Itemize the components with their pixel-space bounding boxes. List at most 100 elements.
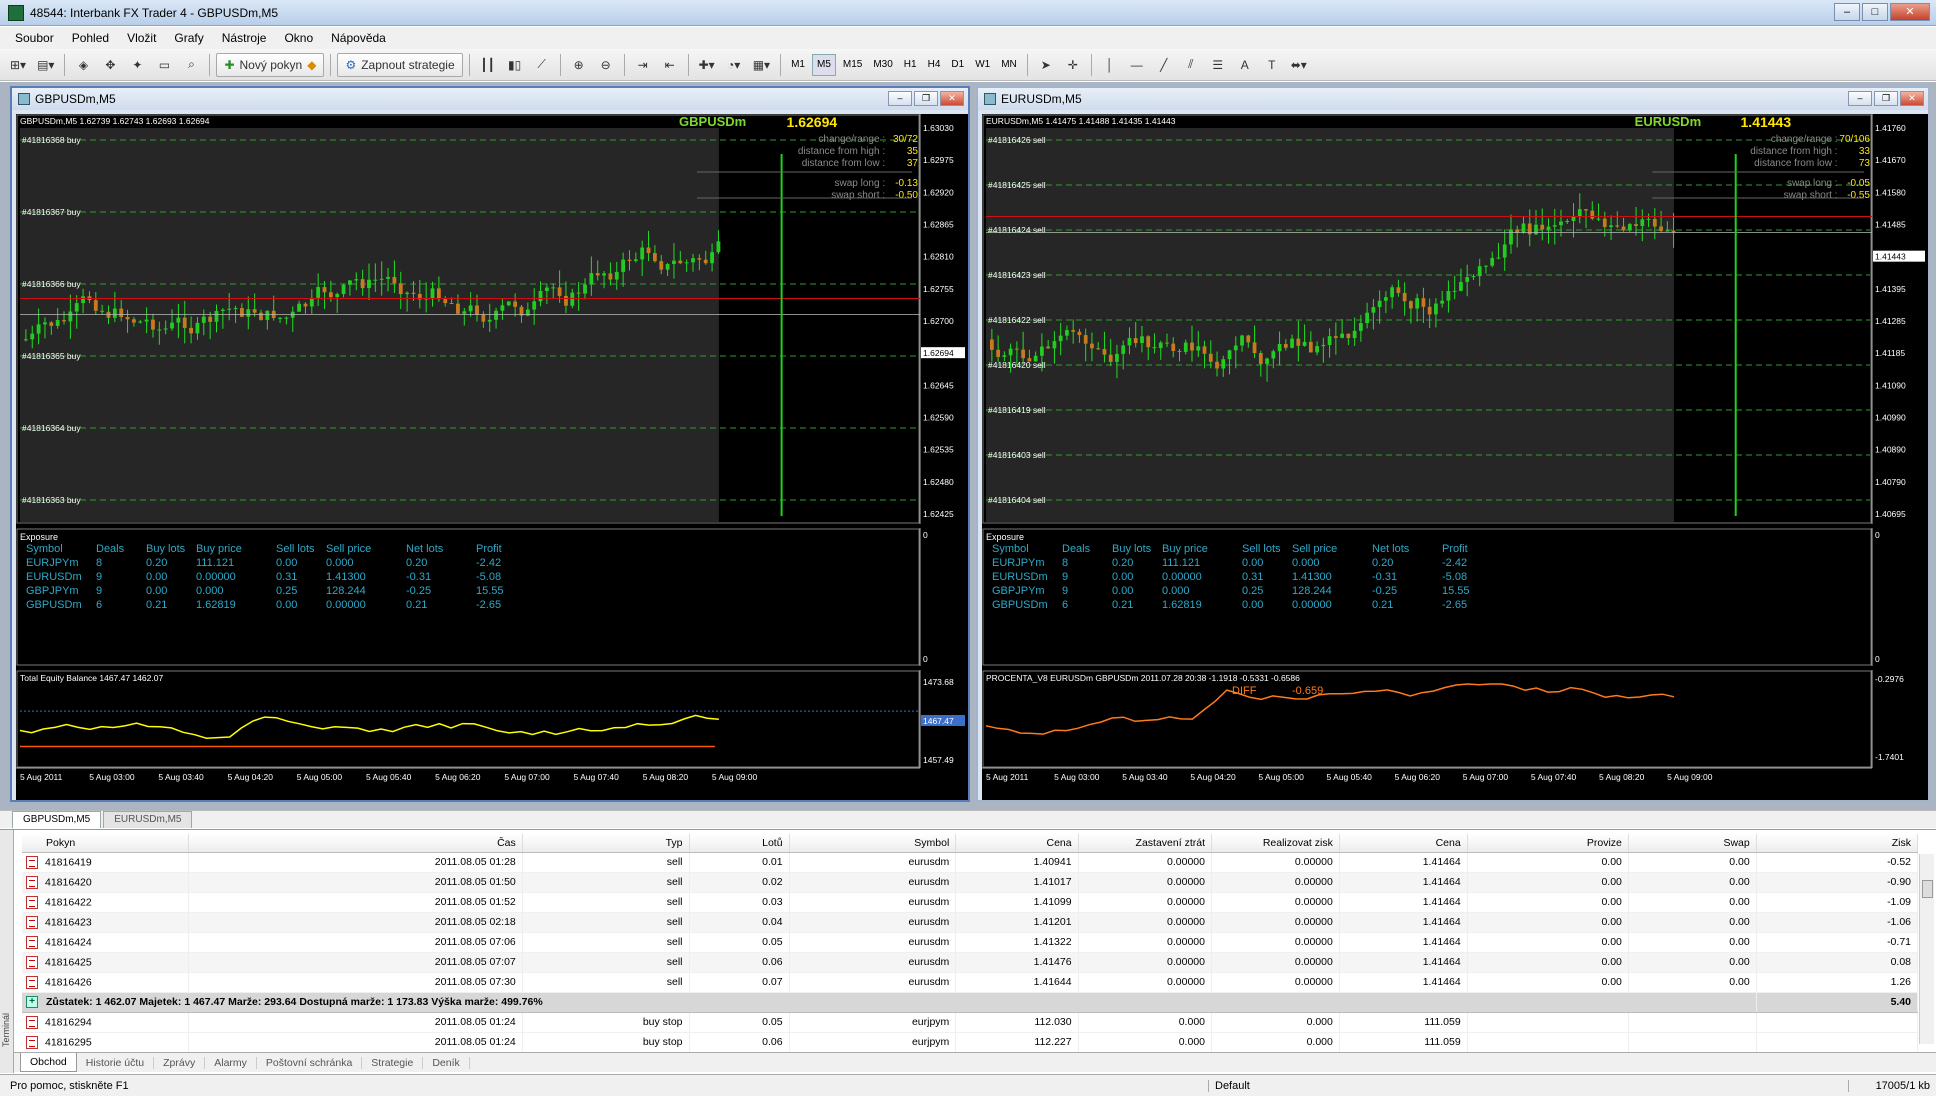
indicators-icon[interactable]: ✚▾ bbox=[695, 53, 719, 77]
chart-window-eurusd[interactable]: EURUSDm,M5 – ❐ ✕ #41816426 sell #41816425 s… bbox=[976, 86, 1930, 802]
col-header[interactable]: Lotů bbox=[689, 834, 790, 853]
candle-body bbox=[716, 241, 721, 253]
channel-icon[interactable]: ⫽ bbox=[1179, 53, 1203, 77]
tab-history[interactable]: Historie účtu bbox=[77, 1056, 155, 1069]
new-chart-icon[interactable]: ⊞▾ bbox=[6, 53, 30, 77]
candle-body bbox=[100, 310, 105, 312]
tab-trade[interactable]: Obchod bbox=[20, 1053, 77, 1072]
col-header[interactable]: Zisk bbox=[1756, 834, 1919, 853]
col-header[interactable]: Realizovat zisk bbox=[1211, 834, 1340, 853]
line-chart-icon[interactable]: ⟋ bbox=[530, 53, 554, 77]
tf-m5[interactable]: M5 bbox=[811, 53, 836, 76]
orders-scrollbar[interactable] bbox=[1919, 854, 1934, 1044]
close-button[interactable]: ✕ bbox=[1890, 3, 1930, 21]
exposure-cell: 0.21 bbox=[1112, 599, 1133, 611]
bar-chart-icon[interactable]: ┃┃ bbox=[476, 53, 500, 77]
candle-body bbox=[456, 303, 460, 314]
table-row[interactable]: 41816419 2011.08.05 01:28 sell 0.01 eurusdm 1… bbox=[22, 852, 1919, 873]
crosshair-icon[interactable]: ✛ bbox=[1061, 53, 1085, 77]
arrows-icon[interactable]: ⬌▾ bbox=[1287, 53, 1311, 77]
terminal-icon[interactable]: ▭ bbox=[152, 53, 176, 77]
navigator-icon[interactable]: ✥ bbox=[98, 53, 122, 77]
label-icon[interactable]: T bbox=[1260, 53, 1284, 77]
menu-file[interactable]: Soubor bbox=[6, 31, 63, 45]
tf-h4[interactable]: H4 bbox=[924, 54, 945, 76]
col-header[interactable]: Zastavení ztrát bbox=[1078, 834, 1213, 853]
table-row[interactable]: 41816295 2011.08.05 01:24 buy stop 0.06 eurj… bbox=[22, 1032, 1919, 1053]
tab-journal[interactable]: Deník bbox=[423, 1056, 470, 1069]
cursor-icon[interactable]: ➤ bbox=[1034, 53, 1058, 77]
vertical-line-icon[interactable]: │ bbox=[1098, 53, 1122, 77]
menu-help[interactable]: Nápověda bbox=[322, 31, 395, 45]
chart-minimize-button[interactable]: – bbox=[1848, 91, 1872, 106]
col-header[interactable]: Typ bbox=[522, 834, 690, 853]
tf-h1[interactable]: H1 bbox=[900, 54, 921, 76]
text-icon[interactable]: A bbox=[1233, 53, 1257, 77]
maximize-button[interactable]: □ bbox=[1862, 3, 1888, 21]
table-row[interactable]: 41816426 2011.08.05 07:30 sell 0.07 eurusdm 1… bbox=[22, 972, 1919, 993]
tab-mailbox[interactable]: Poštovní schránka bbox=[257, 1056, 363, 1069]
chart-restore-button[interactable]: ❐ bbox=[914, 91, 938, 106]
tester-icon[interactable]: ⌕ bbox=[179, 53, 203, 77]
candles-icon[interactable]: ▮▯ bbox=[503, 53, 527, 77]
tf-m30[interactable]: M30 bbox=[869, 54, 896, 76]
tf-d1[interactable]: D1 bbox=[947, 54, 968, 76]
zoom-out-icon[interactable]: ⊖ bbox=[594, 53, 618, 77]
chart-window-gbpusd[interactable]: GBPUSDm,M5 – ❐ ✕ #41816368 buy #41816367 bu… bbox=[10, 86, 970, 802]
col-header[interactable]: Čas bbox=[188, 834, 523, 853]
trendline-icon[interactable]: ╱ bbox=[1152, 53, 1176, 77]
chart-tab-eurusd[interactable]: EURUSDm,M5 bbox=[103, 811, 193, 828]
exposure-cell: 8 bbox=[1062, 557, 1068, 569]
menu-insert[interactable]: Vložit bbox=[118, 31, 165, 45]
tf-w1[interactable]: W1 bbox=[971, 54, 994, 76]
table-row[interactable]: 41816422 2011.08.05 01:52 sell 0.03 eurusdm 1… bbox=[22, 892, 1919, 913]
col-header[interactable]: Symbol bbox=[789, 834, 957, 853]
minimize-button[interactable]: – bbox=[1834, 3, 1860, 21]
candle-body bbox=[36, 324, 41, 334]
col-header[interactable]: Swap bbox=[1628, 834, 1757, 853]
col-header[interactable]: Provize bbox=[1467, 834, 1629, 853]
chart-restore-button[interactable]: ❐ bbox=[1874, 91, 1898, 106]
col-header[interactable]: Pokyn bbox=[22, 834, 190, 853]
table-row[interactable]: 41816294 2011.08.05 01:24 buy stop 0.05 eurj… bbox=[22, 1012, 1919, 1033]
tab-alerts[interactable]: Alarmy bbox=[205, 1056, 257, 1069]
price-chart[interactable]: #41816368 buy #41816367 buy #41816366 buy #… bbox=[16, 114, 968, 800]
autoscroll-icon[interactable]: ⇥ bbox=[631, 53, 655, 77]
cell: 41816424 bbox=[22, 932, 190, 953]
chart-close-button[interactable]: ✕ bbox=[940, 91, 964, 106]
tf-mn[interactable]: MN bbox=[997, 54, 1021, 76]
data-window-icon[interactable]: ✦ bbox=[125, 53, 149, 77]
zoom-in-icon[interactable]: ⊕ bbox=[567, 53, 591, 77]
profiles-icon[interactable]: ▤▾ bbox=[33, 53, 58, 77]
menu-charts[interactable]: Grafy bbox=[165, 31, 212, 45]
table-row[interactable]: 41816423 2011.08.05 02:18 sell 0.04 eurusdm 1… bbox=[22, 912, 1919, 933]
price-chart[interactable]: #41816426 sell #41816425 sell #41816424 se… bbox=[982, 114, 1928, 800]
strategies-button[interactable]: ⚙ Zapnout strategie bbox=[337, 52, 463, 77]
scroll-thumb[interactable] bbox=[1922, 880, 1933, 898]
templates-icon[interactable]: ▦▾ bbox=[749, 53, 774, 77]
chart-minimize-button[interactable]: – bbox=[888, 91, 912, 106]
tf-m1[interactable]: M1 bbox=[787, 54, 809, 76]
tf-m15[interactable]: M15 bbox=[839, 54, 866, 76]
chart-tab-gbpusd[interactable]: GBPUSDm,M5 bbox=[12, 811, 102, 828]
market-watch-icon[interactable]: ◈ bbox=[71, 53, 95, 77]
new-order-button[interactable]: ✚ Nový pokyn ◆ bbox=[216, 52, 325, 77]
menu-window[interactable]: Okno bbox=[275, 31, 322, 45]
menu-view[interactable]: Pohled bbox=[63, 31, 118, 45]
cell: eurjpym bbox=[789, 1012, 957, 1033]
chart-shift-icon[interactable]: ⇤ bbox=[658, 53, 682, 77]
col-header[interactable]: Cena bbox=[955, 834, 1079, 853]
table-row[interactable]: 41816420 2011.08.05 01:50 sell 0.02 eurusdm 1… bbox=[22, 872, 1919, 893]
table-row[interactable]: 41816425 2011.08.05 07:07 sell 0.06 eurusdm 1… bbox=[22, 952, 1919, 973]
chart-close-button[interactable]: ✕ bbox=[1900, 91, 1924, 106]
periods-icon[interactable]: ◔▾ bbox=[722, 53, 746, 77]
col-header[interactable]: Cena bbox=[1339, 834, 1468, 853]
fibo-icon[interactable]: ☰ bbox=[1206, 53, 1230, 77]
tab-experts[interactable]: Strategie bbox=[362, 1056, 424, 1069]
candle-body bbox=[144, 319, 149, 322]
tab-news[interactable]: Zprávy bbox=[154, 1056, 206, 1069]
menu-tools[interactable]: Nástroje bbox=[213, 31, 276, 45]
candle-body bbox=[1546, 226, 1551, 230]
horizontal-line-icon[interactable]: — bbox=[1125, 53, 1149, 77]
table-row[interactable]: 41816424 2011.08.05 07:06 sell 0.05 eurusdm 1… bbox=[22, 932, 1919, 953]
